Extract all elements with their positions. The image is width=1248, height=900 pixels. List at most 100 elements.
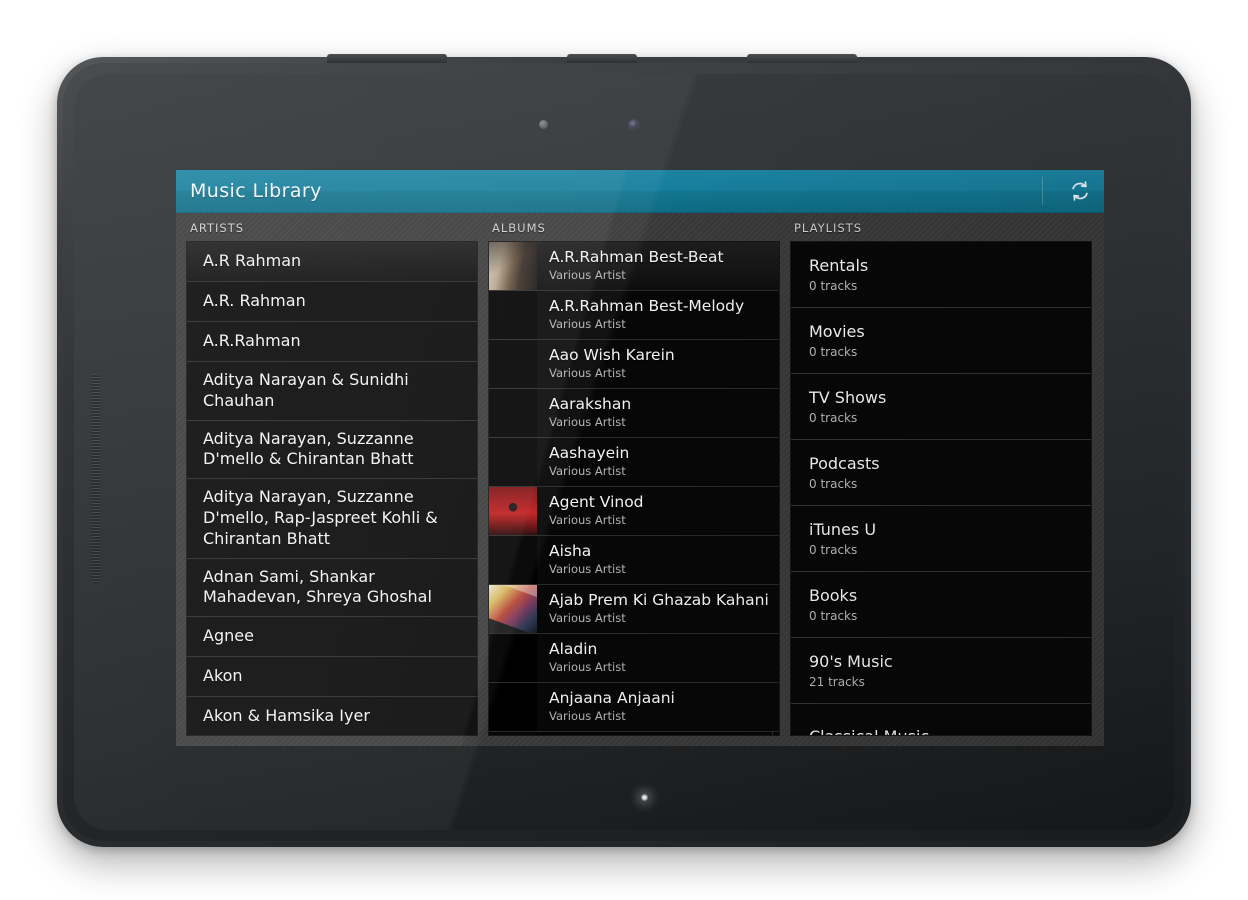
playlist-name: Books [809, 586, 858, 606]
playlist-row[interactable]: Books 0 tracks [791, 572, 1091, 638]
artist-name: Aditya Narayan, Suzzanne D'mello & Chira… [203, 428, 414, 469]
artist-name: Akon & Hamsika Iyer [203, 706, 370, 726]
artists-column: ARTISTS A.R Rahman A.R. Rahman A.R.Rahman A… [186, 219, 478, 736]
album-art-thumbnail [489, 634, 537, 682]
artist-row[interactable]: Aditya Narayan & Sunidhi Chauhan [187, 362, 477, 421]
artist-row[interactable]: Akon [187, 657, 477, 698]
album-art-thumbnail [489, 536, 537, 584]
artist-name: Aditya Narayan & Sunidhi Chauhan [203, 370, 409, 410]
album-art-thumbnail [489, 291, 537, 339]
album-text-block: Aladin Various Artist [537, 635, 648, 681]
album-artist: Various Artist [549, 709, 626, 724]
album-title: Aisha [549, 541, 592, 560]
album-text-block: Agent Vinod Various Artist [537, 488, 666, 534]
album-artist: Various Artist [549, 268, 626, 283]
album-text-block: Aashayein Various Artist [537, 439, 651, 485]
playlist-row[interactable]: TV Shows 0 tracks [791, 374, 1091, 440]
title-bar-divider [1042, 177, 1043, 205]
album-row[interactable]: Aashayein Various Artist [489, 438, 779, 487]
album-art-thumbnail [489, 438, 537, 486]
playlist-name: TV Shows [809, 388, 887, 408]
playlists-header: PLAYLISTS [794, 221, 863, 235]
tablet-screen: Music Library ARTISTS A.R Rahman A.R. Ra… [176, 170, 1104, 746]
album-row[interactable]: Aladin Various Artist [489, 634, 779, 683]
album-artist: Various Artist [549, 611, 626, 626]
artist-name: A.R. Rahman [203, 291, 306, 311]
artist-name: Agnee [203, 626, 254, 646]
album-text-block: Aao Wish Karein Various Artist [537, 341, 697, 387]
album-text-block: Ajab Prem Ki Ghazab Kahani Various Artist [537, 586, 779, 632]
album-art-thumbnail [489, 683, 537, 731]
tablet-device: Music Library ARTISTS A.R Rahman A.R. Ra… [57, 54, 1191, 847]
playlist-name: Podcasts [809, 454, 880, 474]
album-title: Aarakshan [549, 394, 632, 413]
refresh-button[interactable] [1060, 170, 1100, 213]
device-top-button-2[interactable] [567, 54, 637, 63]
album-row[interactable]: A.R.Rahman Best-Melody Various Artist [489, 291, 779, 340]
playlist-track-count: 0 tracks [809, 542, 858, 557]
notification-led-icon [640, 793, 649, 802]
album-art-thumbnail [489, 340, 537, 388]
albums-column: ALBUMS A.R.Rahman Best-Beat Various Artis… [488, 219, 780, 736]
artist-row[interactable]: Akon & Hamsika Iyer [187, 697, 477, 735]
playlist-track-count: 0 tracks [809, 410, 858, 425]
album-title: Anjaana Anjaani [549, 688, 675, 707]
artist-row[interactable]: Aditya Narayan, Suzzanne D'mello, Rap-Ja… [187, 479, 477, 559]
page-title: Music Library [190, 180, 322, 202]
tablet-bezel: Music Library ARTISTS A.R Rahman A.R. Ra… [74, 74, 1174, 830]
album-title: A.R.Rahman Best-Melody [549, 296, 745, 315]
playlist-row[interactable]: Classical Music [791, 704, 1091, 735]
albums-list[interactable]: A.R.Rahman Best-Beat Various Artist A.R.Ra… [488, 241, 780, 736]
album-art-thumbnail [489, 242, 537, 290]
album-text-block: A.R.Rahman Best-Beat Various Artist [537, 243, 746, 289]
album-row[interactable]: Agent Vinod Various Artist [489, 487, 779, 536]
artist-row[interactable]: A.R.Rahman [187, 322, 477, 362]
playlist-track-count: 0 tracks [809, 608, 858, 623]
library-columns: ARTISTS A.R Rahman A.R. Rahman A.R.Rahman A… [176, 213, 1104, 746]
album-text-block: A.R.Rahman Best-Melody Various Artist [537, 292, 766, 338]
artist-row[interactable]: A.R Rahman [187, 242, 477, 282]
album-artist: Various Artist [549, 562, 626, 577]
album-row[interactable]: Ajab Prem Ki Ghazab Kahani Various Artist [489, 585, 779, 634]
speaker-grille-icon [91, 374, 100, 584]
artists-list[interactable]: A.R Rahman A.R. Rahman A.R.Rahman Aditya Na… [186, 241, 478, 736]
album-title: Ajab Prem Ki Ghazab Kahani [549, 590, 769, 609]
playlist-row[interactable]: Rentals 0 tracks [791, 242, 1091, 308]
artist-row[interactable]: A.R. Rahman [187, 282, 477, 322]
artist-row[interactable]: Aditya Narayan, Suzzanne D'mello & Chira… [187, 420, 477, 480]
album-art-thumbnail [489, 389, 537, 437]
album-title: Aao Wish Karein [549, 345, 675, 364]
light-sensor-icon [539, 120, 548, 129]
playlist-row[interactable]: 90's Music 21 tracks [791, 638, 1091, 704]
artist-row[interactable]: Adnan Sami, Shankar Mahadevan, Shreya Gh… [187, 558, 477, 618]
app-title-bar: Music Library [176, 170, 1104, 213]
album-row[interactable]: Aao Wish Karein Various Artist [489, 340, 779, 389]
playlist-track-count: 0 tracks [809, 476, 858, 491]
playlist-name: Classical Music [809, 727, 929, 735]
artist-name: Akon [203, 666, 243, 686]
device-top-button-3[interactable] [747, 54, 857, 63]
album-row[interactable]: A.R.Rahman Best-Beat Various Artist [489, 242, 779, 291]
playlist-track-count: 0 tracks [809, 278, 858, 293]
album-text-block: Anjaana Anjaani Various Artist [537, 684, 697, 730]
albums-header: ALBUMS [492, 221, 546, 235]
artist-name: A.R Rahman [203, 251, 302, 271]
device-top-button-1[interactable] [327, 54, 447, 63]
playlist-row[interactable]: Podcasts 0 tracks [791, 440, 1091, 506]
refresh-icon [1069, 180, 1091, 202]
playlist-track-count: 21 tracks [809, 674, 865, 689]
playlist-name: 90's Music [809, 652, 893, 672]
album-text-block: Aarakshan Various Artist [537, 390, 653, 436]
playlist-name: Movies [809, 322, 865, 342]
playlists-list[interactable]: Rentals 0 tracks Movies 0 tracks TV Shows 0 t… [790, 241, 1092, 736]
playlist-row[interactable]: Movies 0 tracks [791, 308, 1091, 374]
album-row[interactable]: Aisha Various Artist [489, 536, 779, 585]
album-row[interactable]: Anjaana Anjaani Various Artist [489, 683, 779, 732]
artist-row[interactable]: Agnee [187, 617, 477, 658]
album-artist: Various Artist [549, 415, 626, 430]
album-artist: Various Artist [549, 317, 626, 332]
album-artist: Various Artist [549, 513, 626, 528]
music-library-app: Music Library ARTISTS A.R Rahman A.R. Ra… [176, 170, 1104, 746]
album-row[interactable]: Aarakshan Various Artist [489, 389, 779, 438]
playlist-row[interactable]: iTunes U 0 tracks [791, 506, 1091, 572]
